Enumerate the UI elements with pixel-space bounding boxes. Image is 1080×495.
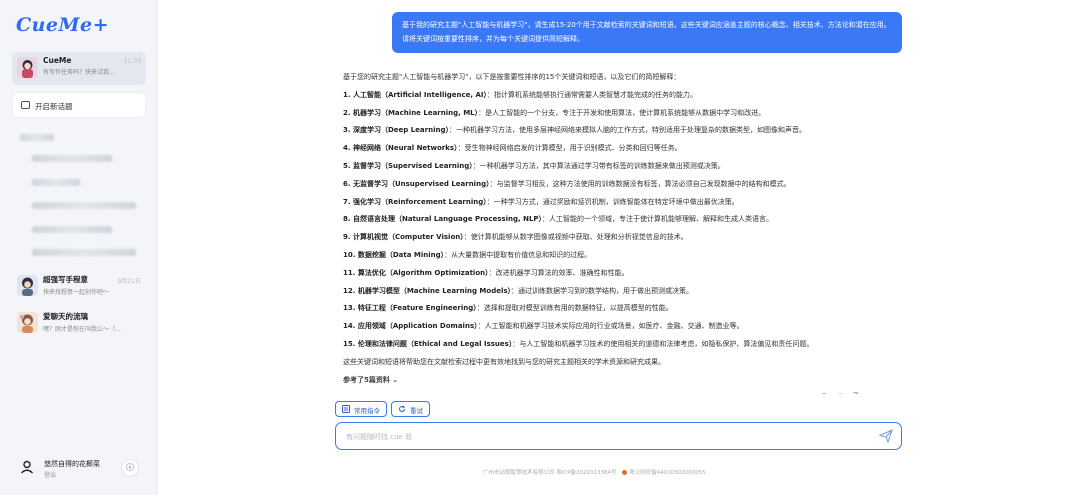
keyword-item: 4. 神经网络（Neural Networks）：受生物神经网络启发的计算模型，… — [343, 140, 875, 158]
user-icon — [21, 460, 33, 474]
keyword-description: ：一种学习方式，通过奖励和惩罚机制，训练智能体在特定环境中做出最优决策。 — [486, 197, 739, 206]
message-input[interactable] — [346, 430, 846, 443]
source-label: 参考了5篇资料 — [343, 375, 390, 384]
keyword-list: 1. 人工智能（Artificial Intelligence, AI）：指计算… — [335, 87, 883, 354]
user-message-bubble: 基于我的研究主题"人工智能与机器学习"，请生成15-20个用于文献检索的关键词和… — [392, 12, 902, 53]
share-icon[interactable]: ⎘ — [853, 392, 869, 394]
keyword-description: ：与人工智能和机器学习技术的使用相关的道德和法律考虑，如隐私保护、算法偏见和责任… — [512, 339, 814, 348]
keyword-term: 4. 神经网络（Neural Networks） — [343, 144, 458, 153]
answer-outro: 这些关键词和短语将帮助您在文献检索过程中更有效地找到与您的研究主题相关的学术资源… — [343, 357, 665, 366]
keyword-item: 9. 计算机视觉（Computer Vision）：使计算机能够从数字图像或视频… — [343, 229, 875, 247]
chat-name: 爱聊天的流璃 — [43, 312, 88, 321]
keyword-term: 10. 数据挖掘（Data Mining） — [343, 250, 445, 259]
keyword-item: 10. 数据挖掘（Data Mining）：从大量数据中提取有价值信息和知识的过… — [343, 247, 875, 265]
answer-intro: 基于您的研究主题"人工智能与机器学习"，以下是按重要性排序的15个关键词和短语，… — [343, 73, 681, 81]
keyword-term: 6. 无监督学习（Unsupervised Learning） — [343, 179, 490, 188]
avatar — [17, 57, 38, 78]
retry-label: 重试 — [410, 407, 423, 415]
keyword-term: 13. 特征工程（Feature Engineering） — [343, 304, 477, 313]
common-prompts-label: 常用指令 — [354, 407, 380, 415]
keyword-description: ：受生物神经网络启发的计算模型，用于识别模式、分类和回归等任务。 — [457, 144, 682, 153]
keyword-term: 8. 自然语言处理（Natural Language Processing, N… — [343, 215, 543, 224]
avatar — [17, 312, 38, 333]
keyword-item: 7. 强化学习（Reinforcement Learning）：一种学习方式，通… — [343, 194, 875, 212]
keyword-term: 5. 监督学习（Supervised Learning） — [343, 161, 473, 170]
like-icon[interactable]: ♡ — [837, 392, 853, 394]
keyword-description: ：一种机器学习方法，其中算法通过学习带有标签的训练数据来做出预测或决策。 — [472, 161, 725, 170]
keyword-term: 14. 应用领域（Application Domains） — [343, 322, 478, 331]
chat-item-writer[interactable]: 超强写手程意 快来找程意一起创作吧～ 9月21日 — [12, 270, 146, 303]
chat-time: 9月21日 — [117, 278, 141, 285]
history-item-blurred[interactable] — [32, 226, 112, 233]
keyword-term: 3. 深度学习（Deep Learning） — [343, 126, 449, 135]
icp-record[interactable]: 广州市动观智慧技术有限公司 粤ICP备2022013384号 — [483, 470, 617, 476]
keyword-description: ：使计算机能够从数字图像或视频中获取、处理和分析视觉信息的技术。 — [463, 233, 688, 242]
keyword-description: ：改进机器学习算法的效率、准确性和性能。 — [488, 268, 629, 277]
keyword-term: 12. 机器学习模型（Machine Learning Models） — [343, 286, 512, 295]
keyword-description: ：指计算机系统能够执行通常需要人类智慧才能完成的任务的能力。 — [487, 90, 698, 99]
keyword-description: ：是人工智能的一个分支，专注于开发和使用算法，使计算机系统能够从数据中学习和改进… — [478, 108, 766, 117]
keyword-term: 9. 计算机视觉（Computer Vision） — [343, 233, 464, 242]
copy-icon[interactable]: ⧉ — [822, 392, 837, 394]
keyword-item: 13. 特征工程（Feature Engineering）：选择和提取对模型训练… — [343, 300, 875, 318]
new-chat-button[interactable]: 开启新话题 — [12, 92, 146, 118]
history-item-blurred[interactable] — [32, 249, 136, 256]
keyword-description: ：与监督学习相反，这种方法使用的训练数据没有标签，算法必须自己发现数据中的结构和… — [489, 179, 791, 188]
chat-preview: 有写作任务吗？快来试我... — [43, 69, 115, 76]
keyword-description: ：通过训练数据学习到的数学结构，用于做出预测或决策。 — [511, 286, 694, 295]
keyword-term: 11. 算法优化（Algorithm Optimization） — [343, 268, 489, 277]
logout-link[interactable]: 登出 — [44, 470, 56, 479]
common-prompts-button[interactable]: 常用指令 — [335, 401, 387, 417]
keyword-term: 7. 强化学习（Reinforcement Learning） — [343, 197, 487, 206]
chat-preview: 快来找程意一起创作吧～ — [43, 289, 110, 296]
avatar — [17, 275, 38, 296]
new-chat-icon — [21, 101, 30, 109]
message-input-box — [335, 422, 902, 450]
sidebar: CueMe+ CueMe 有写作任务吗？快来试我... 11:33 开启新话题 … — [0, 0, 157, 495]
police-record[interactable]: 粤公网安备44010502000055 — [629, 470, 706, 476]
keyword-item: 15. 伦理和法律问题（Ethical and Legal Issues）：与人… — [343, 336, 875, 354]
chat-item-liuli[interactable]: 爱聊天的流璃 嘿？刚才是你在叫我么～（... — [12, 307, 146, 340]
keyword-description: ：一种机器学习方法，使用多层神经网络来模拟人脑的工作方式，特别适用于处理复杂的数… — [448, 126, 806, 135]
info-icon[interactable]: ⓘ — [121, 459, 139, 477]
history-item-blurred[interactable] — [32, 155, 112, 162]
user-name: 悠然自得的花椰菜 — [44, 460, 100, 468]
keyword-item: 6. 无监督学习（Unsupervised Learning）：与监督学习相反，… — [343, 176, 875, 194]
refresh-icon — [399, 405, 406, 412]
keyword-term: 15. 伦理和法律问题（Ethical and Legal Issues） — [343, 339, 513, 348]
police-badge-icon — [622, 470, 628, 475]
keyword-description: ：人工智能和机器学习技术实际应用的行业或场景，如医疗、金融、交通、制造业等。 — [477, 322, 744, 331]
keyword-item: 11. 算法优化（Algorithm Optimization）：改进机器学习算… — [343, 265, 875, 283]
chat-time: 11:33 — [123, 58, 141, 65]
history-item-blurred[interactable] — [32, 179, 80, 186]
send-icon[interactable] — [879, 429, 893, 443]
keyword-term: 1. 人工智能（Artificial Intelligence, AI） — [343, 90, 488, 99]
history-group-title — [20, 134, 54, 141]
history-item-blurred[interactable] — [32, 202, 136, 209]
app-logo[interactable]: CueMe+ — [16, 14, 109, 36]
keyword-item: 14. 应用领域（Application Domains）：人工智能和机器学习技… — [343, 318, 875, 336]
keyword-item: 3. 深度学习（Deep Learning）：一种机器学习方法，使用多层神经网络… — [343, 122, 875, 140]
keyword-item: 2. 机器学习（Machine Learning, ML）：是人工智能的一个分支… — [343, 105, 875, 123]
answer-actions: ⧉♡⎘ — [822, 388, 869, 394]
assistant-answer: 基于您的研究主题"人工智能与机器学习"，以下是按重要性排序的15个关键词和短语，… — [335, 66, 883, 394]
keyword-item: 1. 人工智能（Artificial Intelligence, AI）：指计算… — [343, 87, 875, 105]
keyword-item: 12. 机器学习模型（Machine Learning Models）：通过训练… — [343, 283, 875, 301]
chat-item-cueme[interactable]: CueMe 有写作任务吗？快来试我... 11:33 — [12, 52, 146, 85]
chat-preview: 嘿？刚才是你在叫我么～（... — [43, 326, 121, 333]
footer: 广州市动观智慧技术有限公司 粤ICP备2022013384号 粤公网安备4401… — [483, 468, 706, 476]
source-reference[interactable]: 参考了5篇资料 ⌄ — [335, 372, 883, 390]
keyword-description: ：人工智能的一个领域，专注于使计算机能够理解、解释和生成人类语言。 — [542, 215, 774, 224]
keyword-item: 5. 监督学习（Supervised Learning）：一种机器学习方法，其中… — [343, 158, 875, 176]
keyword-description: ：从大量数据中提取有价值信息和知识的过程。 — [444, 250, 592, 259]
retry-button[interactable]: 重试 — [391, 401, 430, 417]
keyword-item: 8. 自然语言处理（Natural Language Processing, N… — [343, 211, 875, 229]
keyword-description: ：选择和提取对模型训练有用的数据特征，以提高模型的性能。 — [476, 304, 673, 313]
new-chat-label: 开启新话题 — [35, 102, 73, 111]
prompt-icon — [342, 405, 350, 413]
keyword-term: 2. 机器学习（Machine Learning, ML） — [343, 108, 479, 117]
